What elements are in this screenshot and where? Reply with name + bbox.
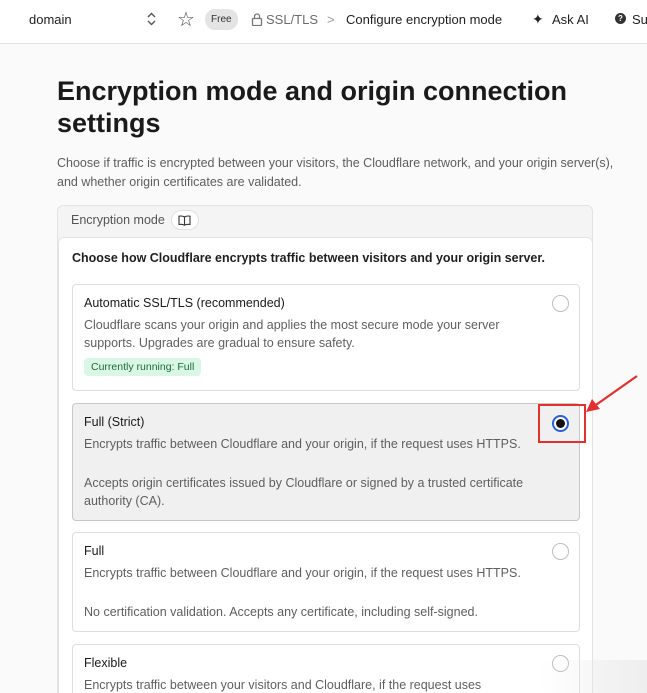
plan-badge: Free	[205, 9, 238, 30]
annotation-arrow-icon	[586, 375, 638, 412]
support-menu[interactable]: Su	[632, 0, 647, 38]
encryption-mode-label: Encryption mode	[71, 213, 165, 227]
breadcrumb-ssl-tls[interactable]: SSL/TLS	[266, 0, 318, 38]
lock-icon	[251, 0, 263, 38]
annotation-highlight-box	[538, 404, 586, 443]
ask-ai-button[interactable]: Ask AI	[552, 0, 589, 38]
domain-selector[interactable]: domain	[29, 0, 72, 38]
encryption-mode-header: Encryption mode	[71, 209, 199, 231]
option-title: Full (Strict)	[84, 415, 145, 429]
page-title: Encryption mode and origin connection se…	[57, 76, 568, 138]
radio-full[interactable]	[552, 543, 569, 560]
scroll-shade	[540, 660, 647, 693]
breadcrumb-separator: >	[327, 11, 335, 27]
option-title: Automatic SSL/TLS (recommended)	[84, 296, 285, 310]
option-automatic[interactable]: Automatic SSL/TLS (recommended) Cloudfla…	[72, 284, 580, 391]
encryption-mode-intro: Choose how Cloudflare encrypts traffic b…	[72, 251, 546, 265]
help-circle-icon[interactable]: ?	[615, 13, 626, 24]
breadcrumb-current: Configure encryption mode	[346, 11, 503, 27]
option-title: Full	[84, 544, 105, 558]
option-description: Encrypts traffic between your visitors a…	[84, 678, 482, 692]
option-description: Encrypts traffic between Cloudflare and …	[84, 437, 521, 451]
radio-automatic[interactable]	[552, 295, 569, 312]
book-icon[interactable]	[170, 210, 199, 230]
page-description: Choose if traffic is encrypted between y…	[57, 156, 614, 189]
option-full-strict[interactable]: Full (Strict) Encrypts traffic between C…	[72, 403, 580, 521]
status-badge: Currently running: Full	[84, 358, 202, 376]
option-description-secondary: Accepts origin certificates issued by Cl…	[84, 476, 524, 508]
option-flexible[interactable]: Flexible Encrypts traffic between your v…	[72, 644, 580, 693]
chevron-up-down-icon[interactable]	[145, 0, 157, 38]
option-description-secondary: No certification validation. Accepts any…	[84, 605, 478, 619]
star-icon[interactable]: ☆	[177, 0, 195, 38]
option-full[interactable]: Full Encrypts traffic between Cloudflare…	[72, 532, 580, 632]
top-bar: domain ☆ Free SSL/TLS > Configure encryp…	[0, 0, 647, 44]
option-description: Cloudflare scans your origin and applies…	[84, 318, 500, 350]
option-description: Encrypts traffic between Cloudflare and …	[84, 566, 521, 580]
option-title: Flexible	[84, 656, 128, 670]
sparkle-icon[interactable]: ✦	[532, 0, 544, 38]
